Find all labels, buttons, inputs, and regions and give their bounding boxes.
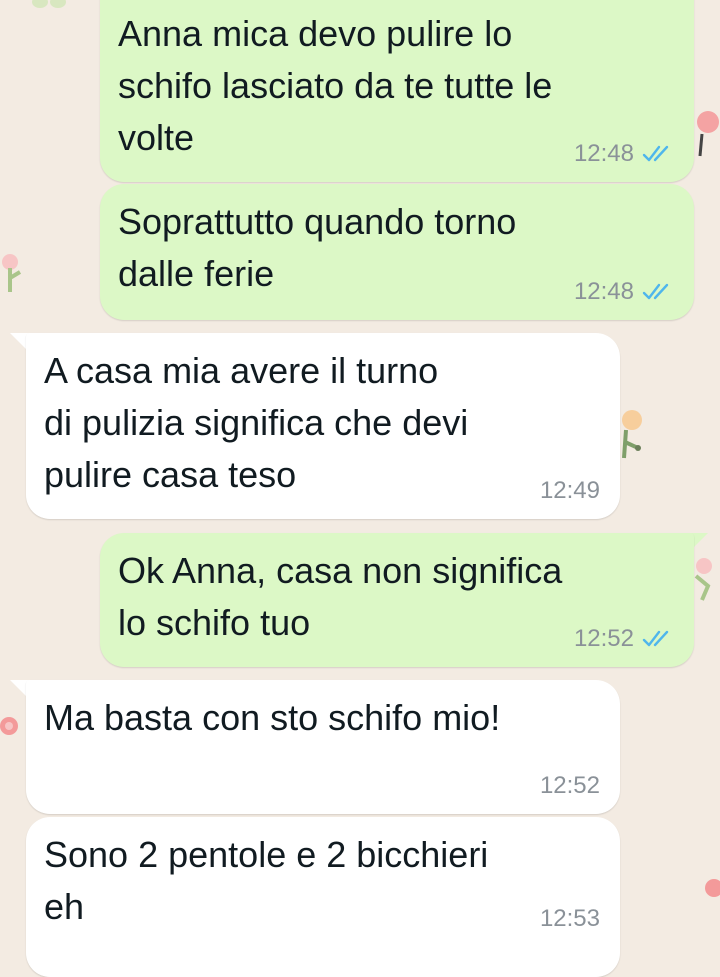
message-meta: 12:52 (540, 772, 600, 800)
double-check-read-icon (642, 630, 669, 647)
message-meta: 12:53 (540, 905, 600, 933)
incoming-message[interactable]: Sono 2 pentole e 2 bicchieri eh 12:53 (26, 817, 620, 977)
outgoing-message[interactable]: Soprattutto quando torno dalle ferie 12:… (100, 184, 694, 320)
message-text: Ok Anna, casa non significa lo schifo tu… (118, 550, 563, 643)
message-meta: 12:52 (574, 625, 674, 653)
double-check-read-icon (642, 283, 669, 300)
message-time: 12:48 (573, 140, 634, 167)
outgoing-message[interactable]: Ok Anna, casa non significa lo schifo tu… (100, 533, 694, 667)
message-time: 12:49 (539, 477, 600, 504)
message-text: Soprattutto quando torno dalle ferie (118, 201, 517, 294)
double-check-read-icon (642, 145, 669, 162)
message-time: 12:53 (539, 905, 600, 932)
message-meta: 12:48 (574, 278, 674, 306)
message-meta: 12:49 (540, 477, 600, 505)
message-meta: 12:48 (574, 140, 674, 168)
wallpaper-flower-icon (705, 879, 720, 897)
wallpaper-flower-icon (697, 111, 719, 157)
wallpaper-flower-icon (0, 717, 18, 735)
incoming-message[interactable]: A casa mia avere il turno di pulizia sig… (26, 333, 620, 519)
message-time: 12:52 (573, 625, 634, 652)
wallpaper-flower-icon (32, 0, 66, 8)
message-text: Ma basta con sto schifo mio! (44, 697, 501, 738)
message-text: A casa mia avere il turno di pulizia sig… (44, 350, 469, 495)
incoming-message[interactable]: Ma basta con sto schifo mio! 12:52 (26, 680, 620, 814)
chat-thread[interactable]: Anna mica devo pulire lo schifo lasciato… (0, 0, 720, 977)
message-time: 12:48 (573, 278, 634, 305)
wallpaper-flower-icon (2, 254, 22, 292)
message-text: Anna mica devo pulire lo schifo lasciato… (118, 13, 553, 158)
outgoing-message[interactable]: Anna mica devo pulire lo schifo lasciato… (100, 0, 694, 182)
message-time: 12:52 (539, 772, 600, 799)
message-text: Sono 2 pentole e 2 bicchieri eh (44, 834, 489, 927)
